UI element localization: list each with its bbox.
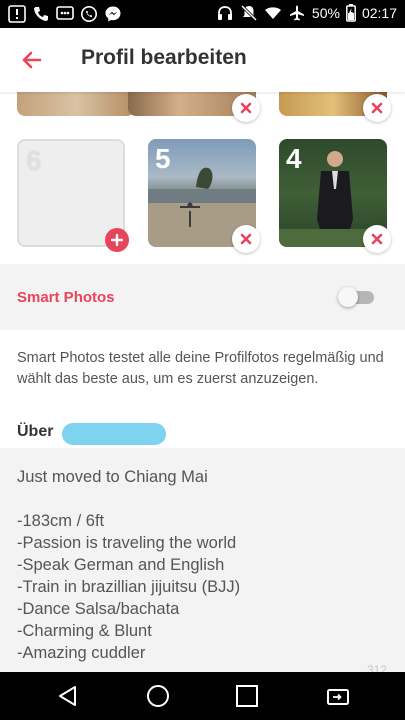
whatsapp-icon [81, 6, 97, 22]
toggle-knob [338, 287, 358, 307]
page-title: Profil bearbeiten [81, 46, 247, 69]
alert-icon [8, 5, 26, 23]
remove-photo-button[interactable] [363, 94, 391, 122]
remove-photo-button[interactable] [363, 225, 391, 253]
navigation-bar [0, 672, 405, 720]
clock: 02:17 [361, 5, 397, 21]
slot-number: 5 [155, 143, 171, 174]
message-icon [56, 6, 74, 20]
smart-photos-description: Smart Photos testet alle deine Profilfot… [17, 350, 384, 387]
messenger-icon [105, 6, 121, 22]
notification-icons [8, 5, 122, 23]
remove-photo-button[interactable] [232, 225, 260, 253]
airplane-mode-icon [289, 5, 304, 21]
close-icon [240, 102, 252, 114]
about-label: Über [17, 423, 54, 440]
switch-apps-icon[interactable] [323, 684, 351, 708]
photo-slot-partial-left[interactable] [17, 92, 135, 116]
plus-icon [111, 234, 123, 246]
back-triangle-icon[interactable] [56, 684, 80, 708]
close-icon [371, 233, 383, 245]
slot-number: 6 [26, 145, 42, 176]
wifi-icon [264, 7, 281, 19]
add-photo-button[interactable] [105, 228, 129, 252]
redacted-name [62, 423, 166, 445]
bio-text[interactable]: Just moved to Chiang Mai -183cm / 6ft -P… [17, 466, 387, 664]
slot-number: 4 [286, 143, 302, 174]
bio-editor[interactable]: Just moved to Chiang Mai -183cm / 6ft -P… [0, 448, 405, 677]
mute-icon [240, 4, 257, 22]
smart-photos-toggle[interactable] [338, 287, 376, 307]
battery-percent: 50% [311, 5, 340, 21]
smart-photos-info: Smart Photos testet alle deine Profilfot… [0, 330, 405, 448]
remove-photo-button[interactable] [232, 94, 260, 122]
back-arrow-icon[interactable] [20, 48, 44, 72]
close-icon [240, 233, 252, 245]
photo-grid: 6 5 4 [0, 92, 405, 264]
app-header: Profil bearbeiten [0, 28, 405, 92]
smart-photos-label: Smart Photos [17, 289, 115, 306]
home-circle-icon[interactable] [146, 684, 170, 708]
battery-icon [346, 4, 356, 22]
status-bar: 50% 02:17 [0, 0, 405, 28]
close-icon [371, 102, 383, 114]
headset-icon [217, 6, 232, 20]
phone-icon [34, 7, 48, 21]
recents-square-icon[interactable] [235, 684, 259, 708]
system-status: 50% 02:17 [216, 4, 397, 22]
